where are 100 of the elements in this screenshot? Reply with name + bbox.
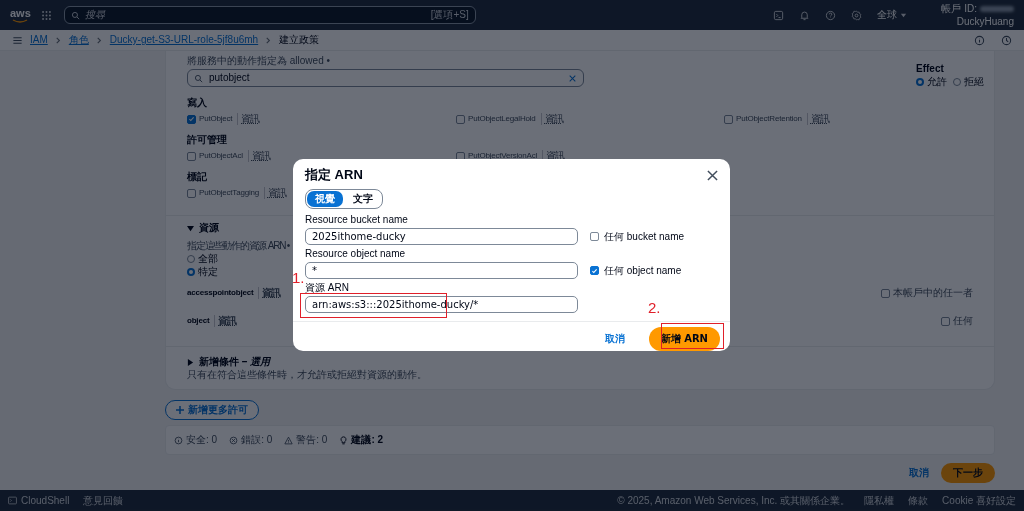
field-label: 資源 ARN: [305, 282, 350, 294]
input-field[interactable]: *: [305, 262, 578, 279]
search-icon: [70, 10, 80, 20]
breadcrumb-link[interactable]: 角色: [68, 34, 89, 46]
bell-icon: [799, 9, 810, 21]
cancel-button[interactable]: 取消: [604, 332, 625, 346]
checkbox[interactable]: [456, 114, 465, 124]
validation-count[interactable]: 警告: 0: [296, 434, 328, 446]
caret-down-icon: [900, 11, 907, 19]
section-title[interactable]: 新增條件 – 選用: [199, 356, 271, 368]
close-icon[interactable]: [707, 169, 718, 181]
breadcrumb-link[interactable]: Ducky-get-S3-URL-role-5jf8u6mh: [109, 34, 259, 46]
region-selector[interactable]: 全球: [877, 9, 897, 21]
radio-label[interactable]: 全部: [198, 253, 218, 265]
grid-icon: [40, 9, 52, 21]
info-link[interactable]: 資訊: [247, 150, 270, 162]
section-description: 只有在符合這些條件時，才允許或拒絕對資源的動作。: [187, 369, 427, 381]
action-name[interactable]: PutObjectLegalHold: [468, 113, 536, 125]
checkbox-label[interactable]: 任何 bucket name: [604, 230, 685, 243]
info-link[interactable]: 資訊: [263, 187, 286, 199]
account-id-label: 帳戶 ID:: [941, 3, 1014, 14]
breadcrumb-current: 建立政策: [279, 34, 320, 46]
error-icon: [229, 435, 239, 445]
help-icon: [825, 9, 836, 21]
field-hint: 指定這些動作的資源 ARN •: [187, 240, 290, 252]
checkbox-label[interactable]: 任何 object name: [604, 264, 682, 277]
checkbox[interactable]: [187, 151, 196, 161]
validation-count[interactable]: 建議: 2: [351, 434, 384, 446]
radio-button[interactable]: [916, 78, 924, 86]
terminal-icon: [773, 9, 784, 21]
segment-tab[interactable]: 視覺: [307, 191, 343, 207]
caret-icon[interactable]: [187, 224, 194, 232]
info-link[interactable]: 資訊: [214, 315, 237, 327]
warning-icon: [284, 435, 294, 445]
footer-link[interactable]: Cookie 喜好設定: [942, 494, 1016, 507]
group-title: 標記: [187, 171, 207, 183]
radio-button[interactable]: [187, 255, 195, 263]
lightbulb-icon: [339, 435, 349, 445]
group-title: 許可管理: [187, 134, 227, 146]
field-label: Resource object name: [305, 248, 407, 260]
search-field[interactable]: 搜尋 [選項+S]: [63, 6, 476, 24]
chevron-right-icon: [265, 36, 273, 44]
menu-icon: [12, 34, 23, 46]
radio-button[interactable]: [953, 78, 961, 86]
effect-label: Effect: [916, 63, 945, 75]
info-link[interactable]: 資訊: [540, 113, 563, 125]
checkbox-label[interactable]: 任何: [953, 315, 973, 327]
field-label: Resource bucket name: [305, 214, 409, 226]
radio-label[interactable]: 拒絕: [964, 76, 984, 88]
terminal-icon: [8, 496, 17, 505]
resource-type: object: [187, 315, 210, 327]
aws-logo[interactable]: aws: [10, 7, 31, 23]
radio-label[interactable]: 特定: [198, 266, 218, 278]
info-link[interactable]: 資訊: [258, 287, 281, 299]
settings-icon: [851, 9, 862, 21]
annotation-frame: [661, 323, 724, 349]
annotation-label: 2.: [648, 300, 661, 315]
dialog-title: 指定 ARN: [305, 167, 363, 183]
segment-tab[interactable]: 文字: [345, 191, 381, 207]
search-icon: [194, 73, 203, 83]
info-icon: [174, 435, 183, 445]
action-name[interactable]: PutObject: [199, 113, 233, 125]
add-permission-button[interactable]: 新增更多許可: [165, 400, 259, 420]
checkbox[interactable]: [941, 316, 950, 326]
chevron-right-icon: [54, 36, 62, 44]
radio-button[interactable]: [187, 268, 195, 276]
checkbox[interactable]: [724, 114, 733, 124]
account-name[interactable]: DuckyHuang: [956, 16, 1014, 27]
checkbox[interactable]: [187, 188, 196, 198]
input-field[interactable]: 2025ithome-ducky: [305, 228, 578, 245]
clear-icon: [568, 73, 577, 83]
cloudshell-link[interactable]: CloudShell: [21, 494, 70, 507]
checkbox[interactable]: [590, 232, 599, 241]
group-title: 寫入: [187, 97, 207, 109]
checkbox[interactable]: [881, 288, 890, 298]
action-name[interactable]: PutObjectTagging: [199, 187, 259, 199]
info-icon: [974, 34, 985, 46]
plus-icon: [176, 406, 184, 414]
cancel-button[interactable]: 取消: [909, 466, 929, 480]
checkbox[interactable]: [187, 114, 196, 124]
info-link[interactable]: 資訊: [806, 113, 829, 125]
resource-type: accesspointobject: [187, 287, 254, 299]
next-button[interactable]: 下一步: [941, 463, 995, 483]
validation-count[interactable]: 安全: 0: [186, 434, 218, 446]
annotation-label: 1.: [292, 270, 305, 285]
field-hint: 將服務中的動作指定為 allowed •: [187, 55, 331, 67]
add-arn-button[interactable]: 新增 ARN: [648, 327, 720, 351]
validation-count[interactable]: 錯誤: 0: [241, 434, 273, 446]
action-name[interactable]: PutObjectRetention: [736, 113, 802, 125]
checkbox[interactable]: [590, 266, 599, 275]
breadcrumb-link[interactable]: IAM: [30, 34, 48, 46]
radio-label[interactable]: 允許: [927, 76, 947, 88]
action-name[interactable]: PutObjectVersionAcl: [468, 150, 538, 162]
caret-icon[interactable]: [187, 358, 194, 366]
search-field[interactable]: putobject: [187, 69, 584, 87]
section-title[interactable]: 資源: [199, 222, 219, 234]
chevron-right-icon: [95, 36, 103, 44]
info-link[interactable]: 資訊: [237, 113, 260, 125]
history-icon: [1001, 34, 1012, 46]
action-name[interactable]: PutObjectAcl: [199, 150, 243, 162]
